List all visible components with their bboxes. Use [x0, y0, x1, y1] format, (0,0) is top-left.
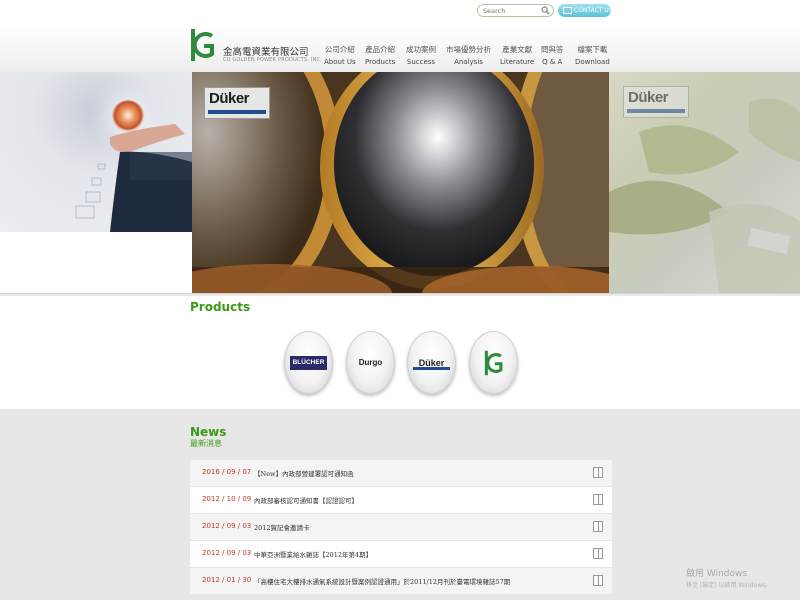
news-title-en: News	[190, 425, 227, 439]
windows-activation-hint: 移至 [設定] 以啟用 Windows。	[686, 582, 772, 589]
golden-power-logo-icon	[484, 350, 503, 376]
hand-orb-image	[75, 75, 192, 232]
book-icon[interactable]	[593, 494, 603, 505]
nav-label-cn: 檔案下載	[577, 45, 608, 54]
nav-analysis[interactable]: 市場優勢分析 Analysis	[446, 44, 491, 68]
book-icon[interactable]	[593, 548, 603, 559]
contact-us-button[interactable]: CONTACT US	[558, 4, 613, 17]
products-title: Products	[190, 300, 251, 314]
news-headline[interactable]: 「高樓住宅大樓排水通氣系統設計暨案例認證通用」於2011/12月刊於臺電環境雜誌…	[254, 576, 510, 586]
nav-qa[interactable]: 問與答 Q & A	[541, 44, 564, 68]
product-label: Durgo	[358, 358, 383, 367]
nav-success[interactable]: 成功案例 Success	[406, 44, 436, 68]
nav-literature[interactable]: 產業文獻 Literature	[500, 44, 534, 68]
duker-badge-text: Düker	[628, 89, 669, 106]
badge-underline	[208, 110, 266, 114]
hero-side-image-right: Düker	[609, 72, 800, 294]
duker-brand-badge: Düker	[204, 87, 270, 119]
book-icon[interactable]	[593, 575, 603, 586]
duker-badge-text: Düker	[209, 90, 250, 107]
nav-label-en: Analysis	[454, 58, 483, 66]
nav-label-cn: 公司介紹	[324, 45, 355, 54]
news-headline[interactable]: 2012賀記會邀請卡	[254, 522, 310, 532]
product-duker-button[interactable]: Düker	[407, 331, 456, 394]
news-item[interactable]: 2012 / 09 / 03 2012賀記會邀請卡	[190, 514, 612, 540]
news-item[interactable]: 2012 / 09 / 03 中華亞洲暨業給水雜誌【2012年第4期】	[190, 541, 612, 567]
search-box[interactable]	[477, 4, 554, 17]
nav-download[interactable]: 檔案下載 Download	[575, 44, 610, 68]
contact-us-label: CONTACT US	[574, 7, 613, 14]
hero-side-image-left	[0, 72, 192, 232]
nav-label-en: Products	[365, 58, 396, 66]
mail-icon	[563, 7, 572, 14]
news-headline[interactable]: 中華亞洲暨業給水雜誌【2012年第4期】	[254, 549, 372, 559]
nav-label-en: About Us	[324, 58, 356, 66]
nav-about-us[interactable]: 公司介紹 About Us	[324, 44, 356, 68]
brand-name-cn: 金高電資業有限公司	[223, 47, 309, 58]
hero-banner: Düker Düker	[0, 72, 800, 294]
nav-label-cn: 市場優勢分析	[446, 45, 491, 54]
search-icon[interactable]	[541, 6, 550, 15]
nav-label-en: Literature	[500, 58, 535, 66]
book-icon[interactable]	[593, 521, 603, 532]
product-golden-power-button[interactable]	[469, 331, 518, 394]
badge-underline	[627, 109, 685, 113]
product-blucher-button[interactable]: BLÜCHER	[284, 331, 333, 394]
news-date: 2012 / 10 / 09	[202, 495, 252, 503]
nav-label-cn: 產業文獻	[502, 45, 533, 54]
nav-label-en: Q & A	[542, 58, 563, 66]
nav-label-cn: 產品介紹	[365, 45, 396, 54]
search-input[interactable]	[483, 5, 543, 16]
hero-main-image: Düker	[192, 72, 609, 294]
news-date: 2012 / 01 / 30	[202, 576, 252, 584]
hero-divider	[0, 293, 800, 294]
product-label: BLÜCHER	[290, 356, 327, 370]
brand-name-en: CU GOLDEN POWER PRODUCTS, INC.	[223, 57, 322, 63]
news-date: 2012 / 09 / 03	[202, 549, 252, 557]
nav-products[interactable]: 產品介紹 Products	[365, 44, 395, 68]
nav-label-cn: 問與答	[541, 45, 564, 54]
nav-label-en: Success	[406, 58, 436, 66]
company-logo[interactable]	[190, 28, 216, 62]
news-item[interactable]: 2012 / 10 / 09 內政部審核認可通知書【認證認可】	[190, 487, 612, 513]
news-title-cn: 最新消息	[190, 439, 222, 448]
site-header: CONTACT US 金高電資業有限公司 CU GOLDEN POWER PRO…	[0, 0, 800, 72]
book-icon[interactable]	[593, 467, 603, 478]
windows-activation-watermark: 啟用 Windows	[686, 569, 748, 579]
products-section: Products BLÜCHER Durgo Düker	[0, 296, 800, 409]
news-date: 2016 / 09 / 07	[202, 468, 252, 476]
news-headline[interactable]: 【New】內政部營建署認可通知函	[254, 468, 354, 478]
nav-label-en: Download	[575, 58, 610, 66]
news-date: 2012 / 09 / 03	[202, 522, 252, 530]
news-item[interactable]: 2012 / 01 / 30 「高樓住宅大樓排水通氣系統設計暨案例認證通用」於2…	[190, 568, 612, 594]
nav-label-cn: 成功案例	[406, 45, 436, 54]
news-headline[interactable]: 內政部審核認可通知書【認證認可】	[254, 495, 358, 505]
duker-brand-badge-faded: Düker	[623, 86, 689, 118]
news-item[interactable]: 2016 / 09 / 07 【New】內政部營建署認可通知函	[190, 460, 612, 486]
product-durgo-button[interactable]: Durgo	[346, 331, 395, 394]
product-label: Düker	[413, 356, 450, 370]
